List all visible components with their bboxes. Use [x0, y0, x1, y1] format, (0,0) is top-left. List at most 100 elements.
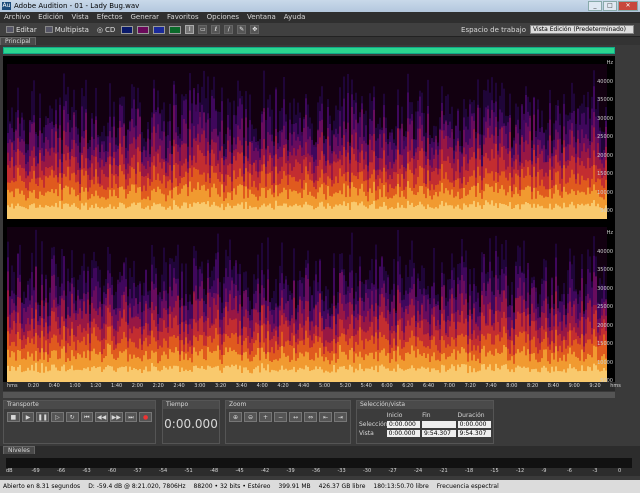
time-display: 0:00.000 — [164, 417, 218, 431]
menu-ventana[interactable]: Ventana — [247, 12, 276, 23]
time-tick-label: 5:20 — [339, 383, 352, 389]
tab-principal[interactable]: Principal — [0, 37, 36, 45]
hz-tick-label: 15000 — [597, 171, 613, 177]
view-end-field[interactable]: 9:54.307 — [422, 430, 456, 437]
time-tick-label: 2:20 — [152, 383, 164, 389]
marquee-tool-icon[interactable]: ▭ — [198, 25, 208, 34]
lower-panels: Transporte ■ ▶ ❚❚ ▷ ↻ ⏮ ◀◀ ▶▶ ⏭ ● Tiempo… — [0, 399, 640, 445]
waveform-overview-bar[interactable] — [3, 47, 615, 54]
brush-tool-icon[interactable]: ∕ — [224, 25, 234, 34]
menu-opciones[interactable]: Opciones — [207, 12, 239, 23]
lasso-tool-icon[interactable]: ℓ — [211, 25, 221, 34]
selection-duration-field[interactable]: 0:00.000 — [457, 421, 491, 428]
time-tick-label: 4:40 — [298, 383, 310, 389]
zoom-out-icon[interactable]: − — [274, 412, 287, 422]
view-start-field[interactable]: 0:00.000 — [386, 430, 421, 437]
selection-start-field[interactable]: 0:00.000 — [387, 421, 421, 428]
view-duration-field[interactable]: 9:54.307 — [457, 430, 491, 437]
levels-panel: Niveles dB -69 -66 -63 -60 -57 -54 -51 -48 -45 -42… — [0, 446, 640, 476]
channel-right-spectrogram[interactable] — [7, 227, 607, 382]
time-tick-label: 4:20 — [277, 383, 289, 389]
zoom-selection-icon[interactable]: ⇔ — [304, 412, 317, 422]
menu-generar[interactable]: Generar — [130, 12, 159, 23]
selection-tab[interactable]: Selección/vista — [357, 401, 493, 409]
zoom-in-icon[interactable]: + — [259, 412, 272, 422]
minimize-button[interactable]: _ — [588, 1, 602, 11]
selection-end-field[interactable] — [422, 421, 456, 428]
menu-edicion[interactable]: Edición — [38, 12, 63, 23]
zoom-in-amplitude-icon[interactable]: ⊕ — [229, 412, 242, 422]
start-header: Inicio — [386, 412, 403, 419]
go-end-icon[interactable]: ⏭ — [124, 412, 138, 422]
stop-icon[interactable]: ■ — [7, 412, 20, 422]
zoom-full-icon[interactable]: ↔ — [289, 412, 302, 422]
maximize-button[interactable]: □ — [603, 1, 617, 11]
window-controls: _ □ ✕ — [588, 1, 638, 11]
duration-header: Duración — [457, 412, 485, 419]
pan-view-icon[interactable] — [153, 25, 166, 34]
menu-favoritos[interactable]: Favoritos — [167, 12, 199, 23]
status-bar: Abierto en 8.31 segundos D: -59.4 dB @ 8:… — [0, 480, 640, 493]
workspace-dropdown[interactable]: Vista Edición (Predeterminado) — [530, 25, 634, 34]
transport-tab[interactable]: Transporte — [4, 401, 155, 409]
zoom-out-amplitude-icon[interactable]: ⊖ — [244, 412, 257, 422]
hz-tick-label: 25000 — [597, 134, 613, 140]
time-tick-label: 8:00 — [506, 383, 518, 389]
menu-vista[interactable]: Vista — [72, 12, 89, 23]
spectral-view-icon[interactable] — [137, 25, 150, 34]
fast-forward-icon[interactable]: ▶▶ — [109, 412, 123, 422]
hz-tick-label: 15000 — [597, 341, 613, 347]
zoom-right-edge-icon[interactable]: ⇥ — [334, 412, 347, 422]
waveform-view-icon[interactable] — [121, 25, 134, 34]
time-tick-label: 3:40 — [235, 383, 248, 389]
record-icon[interactable]: ● — [139, 412, 153, 422]
close-button[interactable]: ✕ — [618, 1, 638, 11]
hz-tick-label: 20000 — [597, 322, 613, 329]
time-selection-tool-icon[interactable]: I — [185, 25, 195, 34]
time-tick-label: 3:20 — [215, 383, 227, 389]
level-tick-label: -24 — [414, 468, 423, 474]
horizontal-scrollbar[interactable] — [3, 392, 615, 398]
frequency-ruler-top: Hz 40000 35000 30000 25000 20000 15000 10000 500… — [593, 56, 615, 219]
title-bar: Au Adobe Audition - 01 - Lady Bug.wav _ … — [0, 0, 640, 12]
spectral-editor[interactable]: Hz 40000 35000 30000 25000 20000 15000 10000 500… — [3, 56, 615, 391]
time-tick-label: 8:40 — [547, 383, 560, 389]
hz-tick-label: 40000 — [597, 78, 613, 85]
status-field: 399.91 MB — [278, 483, 311, 490]
edit-label: Editar — [16, 25, 37, 34]
play-from-cursor-icon[interactable]: ▷ — [51, 412, 64, 422]
go-start-icon[interactable]: ⏮ — [80, 412, 94, 422]
spot-healing-tool-icon[interactable]: ✎ — [237, 25, 247, 34]
level-tick-label: -51 — [184, 468, 193, 474]
level-tick-label: -3 — [592, 468, 598, 474]
time-ruler[interactable]: hms 0:20 0:40 1:00 1:20 1:40 2:00 2:20 2:40 3:00 3… — [3, 382, 621, 391]
status-field: D: -59.4 dB @ 8:21.020, 7806Hz — [88, 483, 186, 490]
edit-view-button[interactable]: Editar — [4, 24, 39, 35]
menu-archivo[interactable]: Archivo — [4, 12, 30, 23]
menu-ayuda[interactable]: Ayuda — [284, 12, 306, 23]
multitrack-view-button[interactable]: Multipista — [43, 24, 91, 35]
multitrack-label: Multipista — [54, 25, 89, 34]
zoom-left-edge-icon[interactable]: ⇤ — [319, 412, 332, 422]
view-row-label: Vista — [359, 430, 374, 437]
pause-icon[interactable]: ❚❚ — [36, 412, 50, 422]
zoom-tab[interactable]: Zoom — [226, 401, 350, 409]
edit-icon — [6, 26, 14, 33]
menu-efectos[interactable]: Efectos — [97, 12, 123, 23]
level-tick-label: -48 — [210, 468, 219, 474]
frequency-ruler-bottom: Hz 40000 35000 30000 25000 20000 15000 10000 500… — [593, 226, 615, 389]
channel-left-spectrogram[interactable] — [7, 64, 607, 219]
time-tick-label: hms — [610, 383, 621, 389]
hybrid-tool-icon[interactable]: ✥ — [250, 25, 260, 34]
level-tick-label: -66 — [57, 468, 66, 474]
time-tick-label: 6:20 — [402, 383, 414, 389]
rewind-icon[interactable]: ◀◀ — [95, 412, 108, 422]
cd-view-button[interactable]: ◎ CD — [95, 24, 117, 35]
play-icon[interactable]: ▶ — [21, 412, 35, 422]
time-panel: Tiempo 0:00.000 — [162, 400, 220, 444]
phase-view-icon[interactable] — [169, 25, 182, 34]
level-tick-label: -30 — [363, 468, 372, 474]
time-tab[interactable]: Tiempo — [163, 401, 219, 409]
levels-tab[interactable]: Niveles — [3, 446, 35, 454]
loop-icon[interactable]: ↻ — [65, 412, 79, 422]
